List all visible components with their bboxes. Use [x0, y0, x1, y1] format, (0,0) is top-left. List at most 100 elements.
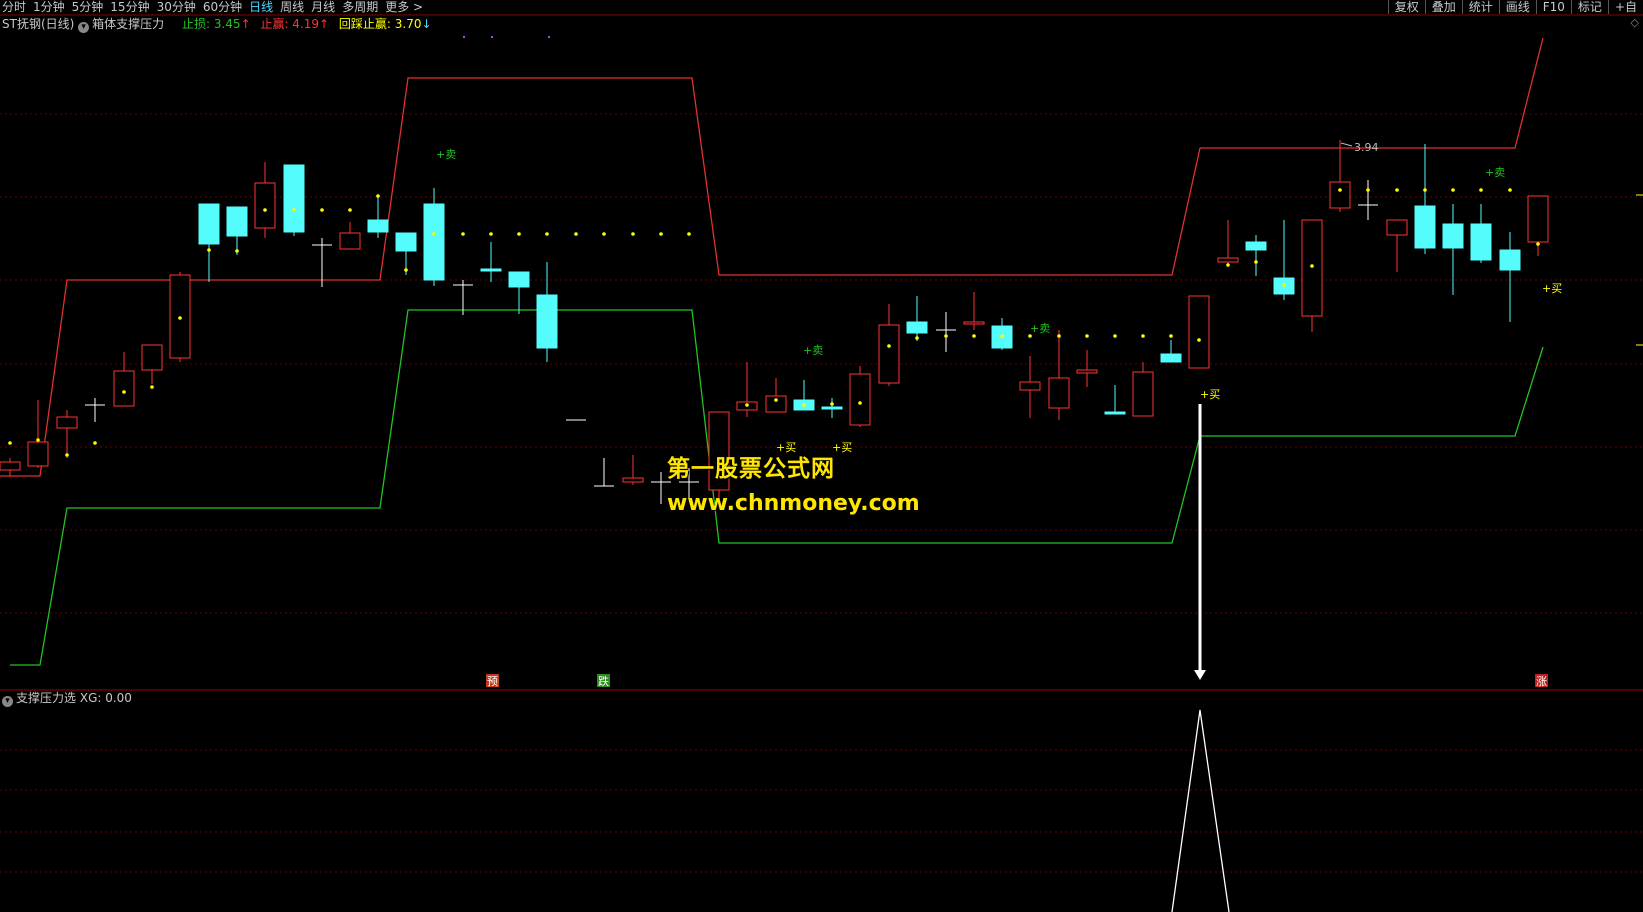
- purple-mark-2: [548, 36, 550, 38]
- badge-text-up: 涨: [1536, 675, 1547, 688]
- candle-body-39: [1104, 411, 1126, 415]
- candle-body-32: [906, 321, 928, 334]
- marker-dot-1: [36, 438, 40, 442]
- marker-dot-30: [887, 344, 891, 348]
- marker-dot-4: [122, 390, 126, 394]
- marker-dot-21: [602, 232, 606, 236]
- candle-body-41: [1160, 353, 1182, 363]
- marker-dot-5: [150, 385, 154, 389]
- marker-dot-12: [348, 208, 352, 212]
- candle-body-19: [536, 294, 558, 349]
- candle-body-46: [1301, 219, 1323, 317]
- marker-dot-45: [1310, 264, 1314, 268]
- sell-label-0: +卖: [436, 148, 456, 161]
- marker-dot-46: [1338, 188, 1342, 192]
- candle-body-47: [1329, 181, 1351, 209]
- candle-body-34: [963, 321, 985, 325]
- marker-dot-24: [687, 232, 691, 236]
- marker-dot-25: [745, 403, 749, 407]
- candle-body-51: [1442, 223, 1464, 249]
- candle-body-38: [1076, 369, 1098, 374]
- candle-body-15: [423, 203, 445, 281]
- marker-dot-32: [944, 334, 948, 338]
- marker-dot-3: [93, 441, 97, 445]
- marker-dot-8: [235, 249, 239, 253]
- badge-text-down: 跌: [598, 674, 609, 688]
- candle-body-40: [1132, 371, 1154, 417]
- sell-label-2: +卖: [1030, 322, 1050, 335]
- buy-label-1: +买: [832, 441, 852, 454]
- marker-dot-51: [1479, 188, 1483, 192]
- lower-indicator-name[interactable]: 支撑压力选: [16, 691, 76, 705]
- candle-body-5: [141, 344, 163, 371]
- marker-dot-33: [972, 334, 976, 338]
- candle-body-0: [0, 461, 21, 471]
- lower-indicator-toggle-icon[interactable]: ▾: [2, 696, 13, 707]
- marker-dot-16: [461, 232, 465, 236]
- high-price-label: 3.94: [1354, 141, 1379, 154]
- marker-dot-6: [178, 316, 182, 320]
- candle-body-1: [27, 441, 49, 467]
- marker-dot-44: [1282, 283, 1286, 287]
- marker-dot-26: [774, 398, 778, 402]
- candle-body-2: [56, 416, 78, 429]
- sell-label-3: +卖: [1485, 166, 1505, 179]
- candle-body-52: [1470, 223, 1492, 261]
- candle-body-44: [1245, 241, 1267, 251]
- marker-dot-11: [320, 208, 324, 212]
- marker-dot-23: [659, 232, 663, 236]
- marker-dot-49: [1423, 188, 1427, 192]
- watermark-title: 第一股票公式网: [667, 456, 835, 482]
- marker-dot-43: [1254, 260, 1258, 264]
- buy-label-2: +买: [1200, 388, 1220, 401]
- candle-body-29: [821, 406, 843, 410]
- marker-dot-34: [1000, 334, 1004, 338]
- buy-label-3: +买: [1542, 282, 1562, 295]
- candle-body-53: [1499, 249, 1521, 271]
- high-price-pointer: [1340, 142, 1353, 147]
- candle-body-30: [849, 373, 871, 426]
- marker-dot-0: [8, 441, 12, 445]
- marker-dot-53: [1536, 242, 1540, 246]
- marker-dot-19: [545, 232, 549, 236]
- candle-body-43: [1217, 257, 1239, 263]
- marker-dot-50: [1451, 188, 1455, 192]
- candle-body-12: [339, 232, 361, 250]
- candle-body-49: [1386, 219, 1408, 236]
- marker-dot-41: [1197, 338, 1201, 342]
- lower-indicator-value: XG: 0.00: [79, 691, 132, 705]
- lower-panel-label: ▾ 支撑压力选 XG: 0.00: [2, 691, 132, 707]
- candle-body-8: [226, 206, 248, 237]
- candle-body-36: [1019, 381, 1041, 391]
- marker-dot-39: [1141, 334, 1145, 338]
- marker-dot-7: [207, 248, 211, 252]
- marker-dot-48: [1395, 188, 1399, 192]
- purple-mark-0: [463, 36, 465, 38]
- candle-body-42: [1188, 295, 1210, 369]
- signal-arrow-head: [1194, 670, 1206, 680]
- marker-dot-42: [1226, 263, 1230, 267]
- candle-body-54: [1527, 195, 1549, 243]
- marker-dot-36: [1057, 334, 1061, 338]
- marker-dot-27: [802, 403, 806, 407]
- candle-body-17: [480, 268, 502, 272]
- candle-body-22: [622, 477, 644, 483]
- candle-body-4: [113, 370, 135, 407]
- marker-dot-47: [1366, 188, 1370, 192]
- marker-dot-10: [292, 208, 296, 212]
- marker-dot-31: [915, 336, 919, 340]
- marker-dot-15: [432, 232, 436, 236]
- candle-body-10: [283, 164, 305, 233]
- marker-dot-13: [376, 194, 380, 198]
- candle-body-37: [1048, 377, 1070, 409]
- badge-text-pre: 预: [487, 675, 498, 688]
- candle-body-7: [198, 203, 220, 245]
- marker-dot-17: [489, 232, 493, 236]
- purple-mark-1: [491, 36, 493, 38]
- marker-dot-29: [858, 401, 862, 405]
- candle-body-9: [254, 182, 276, 229]
- xg-signal-spike: [1171, 709, 1230, 912]
- marker-dot-28: [830, 402, 834, 406]
- marker-dot-9: [263, 208, 267, 212]
- candle-body-31: [878, 324, 900, 384]
